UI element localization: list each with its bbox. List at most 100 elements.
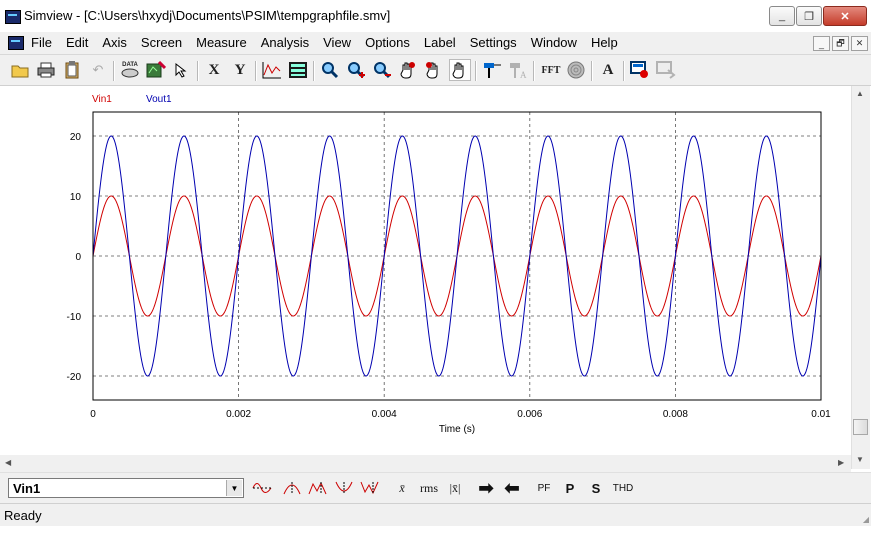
y-tick-label: -20 [67, 372, 82, 383]
arrow-right-icon[interactable]: ➡ [475, 478, 497, 498]
menu-axis[interactable]: Axis [102, 35, 127, 50]
menu-analysis[interactable]: Analysis [261, 35, 309, 50]
p-button[interactable]: P [559, 478, 581, 498]
toolbar-separator [313, 61, 315, 81]
global-max-icon[interactable] [306, 478, 330, 498]
data-icon[interactable]: DATA [119, 59, 141, 81]
x-tick-label: 0.01 [811, 409, 831, 420]
toolbar-separator [591, 61, 593, 81]
x-axis-label: Time (s) [439, 424, 475, 435]
status-text: Ready [4, 508, 42, 523]
close-button[interactable]: ✕ [823, 6, 867, 26]
vertical-scroll-thumb[interactable] [853, 419, 868, 435]
scroll-right-arrow-icon[interactable]: ▶ [838, 458, 844, 467]
horizontal-scrollbar[interactable]: ◀ ▶ [0, 455, 851, 472]
spectrum-icon[interactable] [565, 59, 587, 81]
y-tick-label: 20 [70, 132, 82, 143]
zoom-icon[interactable] [319, 59, 341, 81]
x-tick-label: 0.006 [517, 409, 542, 420]
record-icon[interactable] [629, 59, 651, 81]
x-tick-label: 0.008 [663, 409, 688, 420]
y-tick-label: 0 [75, 252, 81, 263]
svg-text:A: A [520, 70, 527, 79]
scroll-up-arrow-icon[interactable]: ▲ [856, 89, 864, 98]
menu-measure[interactable]: Measure [196, 35, 247, 50]
abs-average-icon[interactable]: |x̄| [444, 478, 466, 498]
menu-screen[interactable]: Screen [141, 35, 182, 50]
pan-hand-red-icon[interactable] [397, 59, 419, 81]
arrow-left-icon[interactable]: ⬅ [501, 478, 523, 498]
x-tick-label: 0 [90, 409, 96, 420]
menu-bar: File Edit Axis Screen Measure Analysis V… [0, 32, 871, 55]
status-bar: Ready ◢ [0, 503, 871, 526]
text-button[interactable]: A [597, 59, 619, 81]
legend-vin1: Vin1 [92, 94, 112, 105]
menu-view[interactable]: View [323, 35, 351, 50]
minimize-button[interactable]: _ [769, 6, 795, 26]
print-icon[interactable] [35, 59, 57, 81]
plot-area[interactable]: Vin1 Vout1 20 10 0 -10 -20 0 0.002 0.004 0.006 0.… [0, 86, 851, 455]
marker-icon[interactable] [481, 59, 503, 81]
pf-button[interactable]: PF [533, 478, 555, 498]
vout1-curve [92, 135, 822, 377]
undo-icon[interactable]: ↶ [87, 59, 109, 81]
x-tick-label: 0.004 [372, 409, 397, 420]
fft-button[interactable]: FFT [539, 59, 563, 81]
curve-settings-icon[interactable] [145, 59, 167, 81]
legend-vout1: Vout1 [146, 94, 172, 105]
mdi-close-button[interactable]: ✕ [851, 36, 868, 51]
curve-select-value: Vin1 [13, 481, 41, 496]
menu-window[interactable]: Window [531, 35, 577, 50]
window-bottom-edge [0, 526, 871, 535]
copy-screen-icon[interactable] [655, 59, 677, 81]
title-bar: Simview - [C:\Users\hxydj\Documents\PSIM… [0, 0, 871, 32]
mdi-restore-button[interactable]: 🗗 [832, 36, 849, 51]
clipboard-icon[interactable] [61, 59, 83, 81]
thd-button[interactable]: THD [609, 478, 637, 498]
zoom-out-icon[interactable] [371, 59, 393, 81]
select-arrow-icon[interactable] [171, 59, 193, 81]
window-title: Simview - [C:\Users\hxydj\Documents\PSIM… [24, 8, 391, 23]
vertical-scrollbar[interactable]: ▲ ▼ [851, 86, 870, 469]
menu-settings[interactable]: Settings [470, 35, 517, 50]
toolbar-separator [255, 61, 257, 81]
toolbar-separator [623, 61, 625, 81]
s-button[interactable]: S [585, 478, 607, 498]
pan-hand-icon[interactable] [423, 59, 445, 81]
menu-options[interactable]: Options [365, 35, 410, 50]
max-icon[interactable] [280, 478, 304, 498]
axis-ticks: 20 10 0 -10 -20 0 0.002 0.004 0.006 0.008 0.01 [67, 132, 832, 420]
mdi-minimize-button[interactable]: _ [813, 36, 830, 51]
x-axis-button[interactable]: X [203, 59, 225, 81]
zoom-in-icon[interactable] [345, 59, 367, 81]
rms-button[interactable]: rms [416, 478, 442, 498]
restore-button[interactable]: ❐ [796, 6, 822, 26]
toolbar-separator [113, 61, 115, 81]
app-icon [5, 10, 21, 24]
global-min-icon[interactable] [358, 478, 382, 498]
screen-layout-icon[interactable] [287, 59, 309, 81]
y-axis-button[interactable]: Y [229, 59, 251, 81]
hand-tool-icon[interactable] [449, 59, 471, 81]
waveform-chart[interactable]: Vin1 Vout1 20 10 0 -10 -20 0 0.002 0.004 0.006 0.… [0, 86, 851, 455]
y-tick-label: -10 [67, 312, 82, 323]
average-icon[interactable]: x̄ [392, 478, 412, 498]
menu-help[interactable]: Help [591, 35, 618, 50]
text-marker-icon[interactable]: A [507, 59, 529, 81]
measure-toolbar: Vin1 ▼ x̄ rms |x̄| ➡ ⬅ PF P S THD [0, 472, 871, 503]
menu-edit[interactable]: Edit [66, 35, 88, 50]
document-icon[interactable] [8, 36, 24, 50]
wave-measure-icon[interactable] [250, 478, 274, 498]
chevron-down-icon[interactable]: ▼ [226, 480, 242, 496]
min-icon[interactable] [332, 478, 356, 498]
resize-grip-icon[interactable]: ◢ [863, 515, 869, 524]
menu-file[interactable]: File [31, 35, 52, 50]
scroll-down-arrow-icon[interactable]: ▼ [856, 455, 864, 464]
x-tick-label: 0.002 [226, 409, 251, 420]
open-folder-icon[interactable] [9, 59, 31, 81]
curve-select[interactable]: Vin1 ▼ [8, 478, 244, 498]
scroll-left-arrow-icon[interactable]: ◀ [5, 458, 11, 467]
menu-items: File Edit Axis Screen Measure Analysis V… [31, 35, 632, 50]
menu-label[interactable]: Label [424, 35, 456, 50]
add-curve-icon[interactable] [261, 59, 283, 81]
